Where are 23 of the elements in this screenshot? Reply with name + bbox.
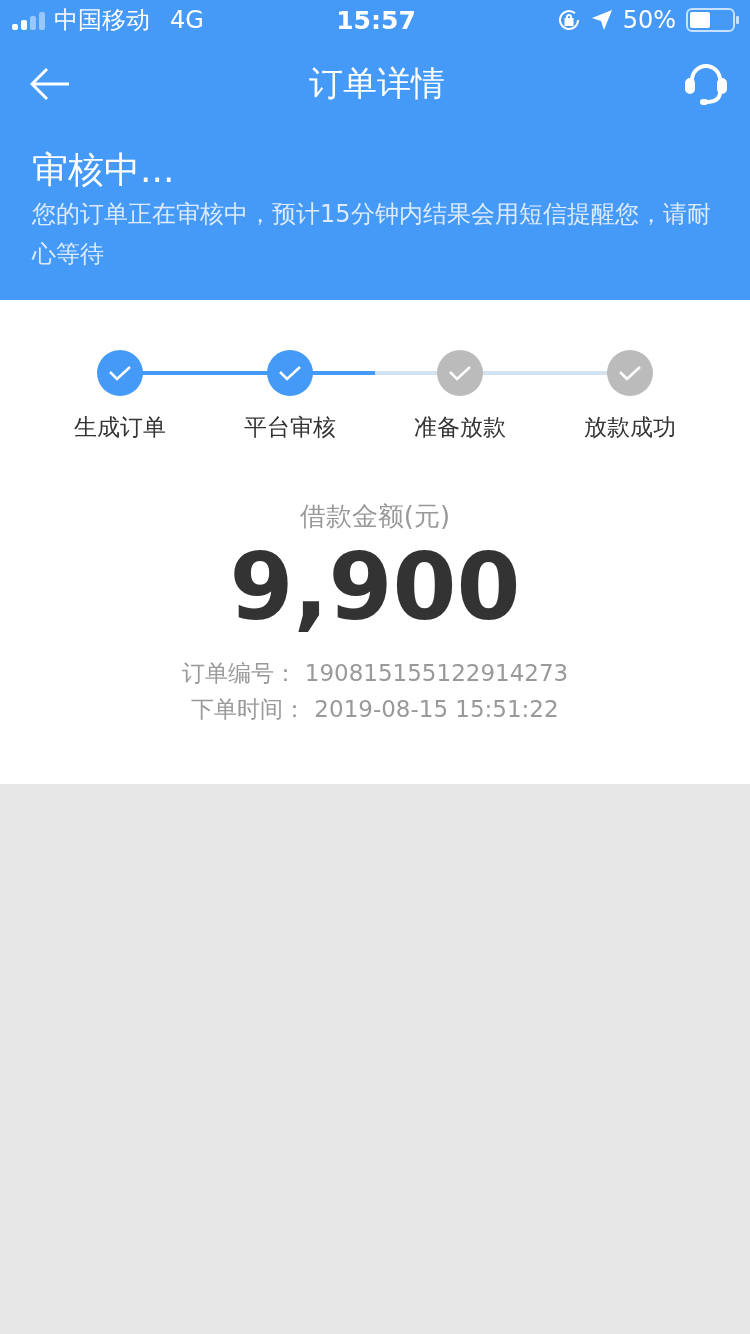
loan-amount: 9,900 xyxy=(229,536,521,640)
back-arrow-icon[interactable] xyxy=(30,67,70,101)
page-title: 订单详情 xyxy=(309,62,445,105)
status-message: 您的订单正在审核中，预计15分钟内结果会用短信提醒您，请耐心等待 xyxy=(32,199,712,270)
network-type: 4G xyxy=(170,6,204,34)
rotation-lock-icon xyxy=(556,8,581,32)
detail-label: 订单编号： xyxy=(181,659,297,688)
signal-icon xyxy=(12,10,46,30)
battery-percent: 50% xyxy=(622,6,676,34)
step-label: 平台审核 xyxy=(244,413,336,442)
headset-icon[interactable] xyxy=(684,62,728,106)
location-arrow-icon xyxy=(590,9,613,31)
detail-value: 2019-08-15 15:51:22 xyxy=(314,695,559,724)
step-label: 准备放款 xyxy=(414,413,506,442)
detail-value: 190815155122914273 xyxy=(304,659,569,688)
status-title: 审核中... xyxy=(32,148,176,192)
clock-time: 15:57 xyxy=(336,5,416,35)
step-label: 生成订单 xyxy=(74,413,166,442)
battery-icon xyxy=(686,8,740,32)
step-label: 放款成功 xyxy=(584,413,676,442)
amount-label: 借款金额(元) xyxy=(299,500,451,533)
detail-label: 下单时间： xyxy=(191,695,307,724)
carrier-name: 中国移动 xyxy=(54,5,150,36)
